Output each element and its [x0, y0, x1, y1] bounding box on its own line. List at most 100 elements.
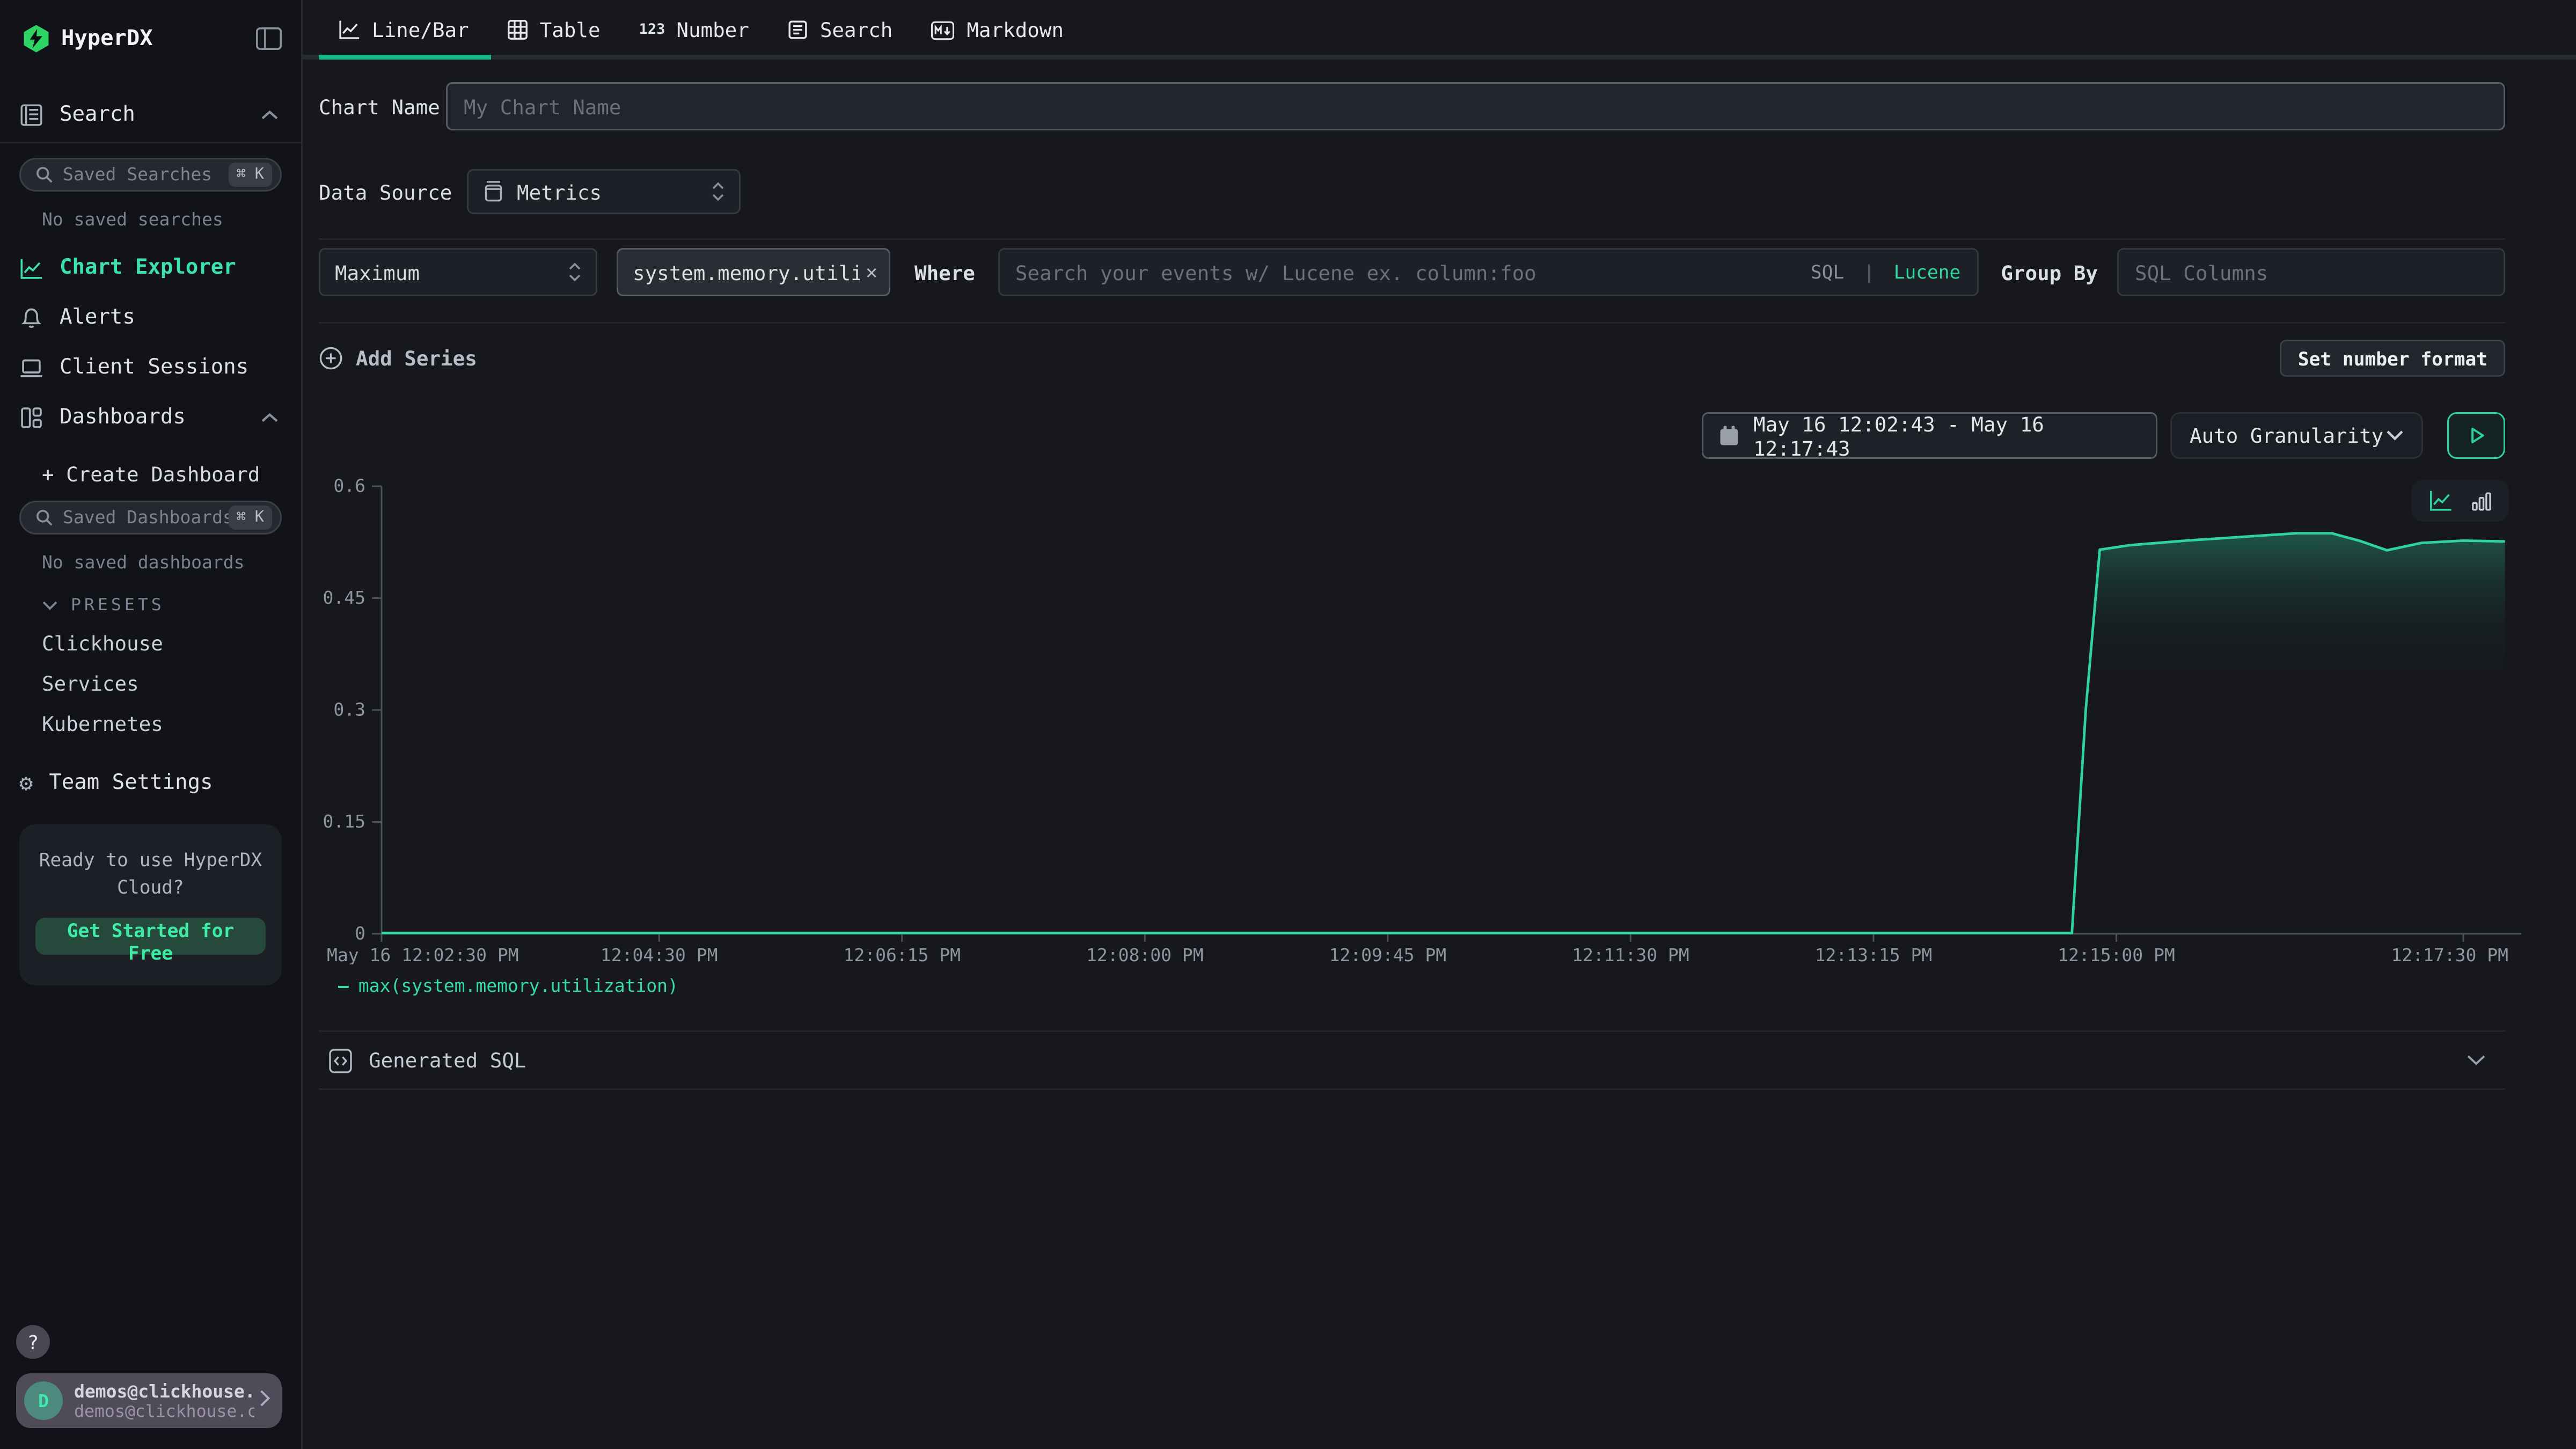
sidebar-item-label: Chart Explorer: [60, 256, 279, 280]
generated-sql-toggle[interactable]: Generated SQL: [319, 1030, 2505, 1090]
add-series-label: Add Series: [356, 346, 477, 370]
search-icon: [35, 166, 53, 184]
sql-toggle[interactable]: SQL: [1811, 261, 1844, 283]
search-icon: [35, 509, 53, 526]
chevron-up-icon: [261, 407, 279, 428]
chart-legend: — max(system.memory.utilization): [319, 976, 2505, 997]
sidebar: HyperDX Search: [0, 0, 303, 1449]
create-dashboard-link[interactable]: + Create Dashboard: [42, 462, 301, 486]
data-source-value: Metrics: [517, 180, 602, 204]
cloud-promo-card: Ready to use HyperDX Cloud? Get Started …: [19, 824, 282, 985]
svg-text:0.45: 0.45: [323, 587, 365, 608]
svg-text:0: 0: [355, 923, 365, 944]
saved-dashboards-placeholder: Saved Dashboards: [63, 507, 228, 528]
sidebar-item-alerts[interactable]: Alerts: [0, 293, 301, 343]
tab-label: Line/Bar: [372, 18, 469, 42]
sidebar-item-label: Dashboards: [60, 406, 261, 430]
chart-display-toggle: [2412, 480, 2508, 522]
preset-item-clickhouse[interactable]: Clickhouse: [42, 631, 301, 655]
toggle-separator: |: [1863, 261, 1875, 283]
legend-series-name: max(system.memory.utilization): [358, 976, 678, 997]
data-source-label: Data Source: [319, 180, 467, 204]
saved-dashboards-input[interactable]: Saved Dashboards ⌘ K: [19, 501, 282, 535]
granularity-select[interactable]: Auto Granularity: [2170, 412, 2423, 459]
svg-text:12:08:00 PM: 12:08:00 PM: [1086, 945, 1204, 964]
legend-line-swatch: —: [338, 976, 349, 997]
chart-area: 00.150.30.450.6May 16 12:02:30 PM12:04:3…: [319, 475, 2505, 997]
where-search-input[interactable]: [1015, 260, 1798, 284]
hyperdx-logo-icon: [23, 24, 50, 53]
shortcut-badge: ⌘ K: [228, 506, 272, 530]
search-list-icon: [788, 19, 809, 40]
sidebar-item-client-sessions[interactable]: Client Sessions: [0, 343, 301, 393]
run-query-button[interactable]: [2447, 412, 2505, 459]
markdown-icon: [931, 20, 955, 40]
chart-name-label: Chart Name: [319, 94, 446, 119]
sidebar-item-chart-explorer[interactable]: Chart Explorer: [0, 243, 301, 293]
sidebar-nav: Chart Explorer Alerts Client Sessions: [0, 243, 301, 443]
bell-icon: [19, 306, 43, 330]
user-email: demos@clickhouse.com: [74, 1381, 254, 1402]
sidebar-item-label: Team Settings: [49, 771, 213, 795]
tab-markdown[interactable]: Markdown: [912, 3, 1083, 57]
aggregation-value: Maximum: [335, 260, 420, 284]
shortcut-badge: ⌘ K: [228, 163, 272, 187]
table-icon: [508, 19, 529, 40]
aggregation-select[interactable]: Maximum: [319, 248, 597, 296]
chart-name-input[interactable]: [446, 82, 2505, 130]
preset-item-kubernetes[interactable]: Kubernetes: [42, 712, 301, 736]
presets-toggle[interactable]: PRESETS: [42, 596, 301, 615]
code-icon: [328, 1048, 353, 1073]
chevron-down-icon: [2386, 430, 2404, 441]
tab-search[interactable]: Search: [769, 3, 912, 57]
tab-table[interactable]: Table: [488, 3, 620, 57]
date-range-picker[interactable]: May 16 12:02:43 - May 16 12:17:43: [1702, 412, 2157, 459]
preset-item-services[interactable]: Services: [42, 671, 301, 696]
no-saved-searches-text: No saved searches: [42, 209, 301, 230]
chart-type-tabbar: Line/Bar Table 123 Number: [303, 0, 2576, 60]
plus-circle-icon: [319, 346, 343, 370]
chart-builder: Chart Name Data Source Metrics: [303, 60, 2576, 1090]
svg-text:May 16 12:02:30 PM: May 16 12:02:30 PM: [327, 945, 519, 964]
granularity-value: Auto Granularity: [2190, 423, 2383, 448]
metric-field-tag[interactable]: system.memory.utiliza ✕: [617, 248, 890, 296]
sidebar-item-label: Client Sessions: [60, 356, 279, 380]
chevron-down-icon: [2467, 1055, 2486, 1066]
sidebar-item-search[interactable]: Search: [0, 89, 301, 142]
sidebar-collapse-icon[interactable]: [256, 27, 282, 50]
group-by-input[interactable]: [2117, 248, 2505, 296]
user-account-chip[interactable]: D demos@clickhouse.com demos@clickhouse.…: [16, 1373, 282, 1428]
data-source-select[interactable]: Metrics: [467, 169, 741, 214]
sidebar-item-dashboards[interactable]: Dashboards: [0, 393, 301, 443]
bar-mode-icon[interactable]: [2471, 491, 2492, 511]
line-mode-icon[interactable]: [2428, 489, 2454, 512]
lucene-toggle[interactable]: Lucene: [1894, 261, 1961, 283]
set-number-format-button[interactable]: Set number format: [2280, 340, 2505, 377]
remove-field-icon[interactable]: ✕: [866, 261, 877, 283]
add-series-button[interactable]: Add Series: [319, 346, 477, 370]
tab-label: Number: [676, 18, 749, 42]
divider: [319, 238, 2505, 240]
sidebar-divider: [0, 142, 301, 143]
hyperdx-app: HyperDX Search: [0, 0, 2576, 1449]
tab-track: [303, 55, 2576, 60]
chevron-down-icon: [42, 597, 58, 614]
tab-label: Table: [540, 18, 601, 42]
dashboards-icon: [19, 406, 43, 430]
help-button[interactable]: ?: [16, 1325, 50, 1359]
play-icon: [2466, 425, 2487, 446]
cloud-promo-text: Ready to use HyperDX Cloud?: [35, 847, 266, 903]
get-started-button[interactable]: Get Started for Free: [35, 917, 266, 954]
divider: [319, 322, 2505, 324]
presets-label: PRESETS: [71, 596, 165, 615]
tab-number[interactable]: 123 Number: [620, 3, 769, 57]
timeseries-chart[interactable]: 00.150.30.450.6May 16 12:02:30 PM12:04:3…: [319, 475, 2521, 964]
date-range-value: May 16 12:02:43 - May 16 12:17:43: [1753, 412, 2140, 460]
tab-line-bar[interactable]: Line/Bar: [319, 3, 488, 57]
svg-text:0.6: 0.6: [333, 475, 365, 496]
saved-searches-placeholder: Saved Searches: [63, 164, 228, 185]
saved-searches-input[interactable]: Saved Searches ⌘ K: [19, 158, 282, 192]
add-series-row: Add Series Set number format: [319, 340, 2505, 377]
sidebar-item-team-settings[interactable]: ⚙ Team Settings: [19, 771, 301, 795]
calendar-icon: [1719, 425, 1739, 446]
